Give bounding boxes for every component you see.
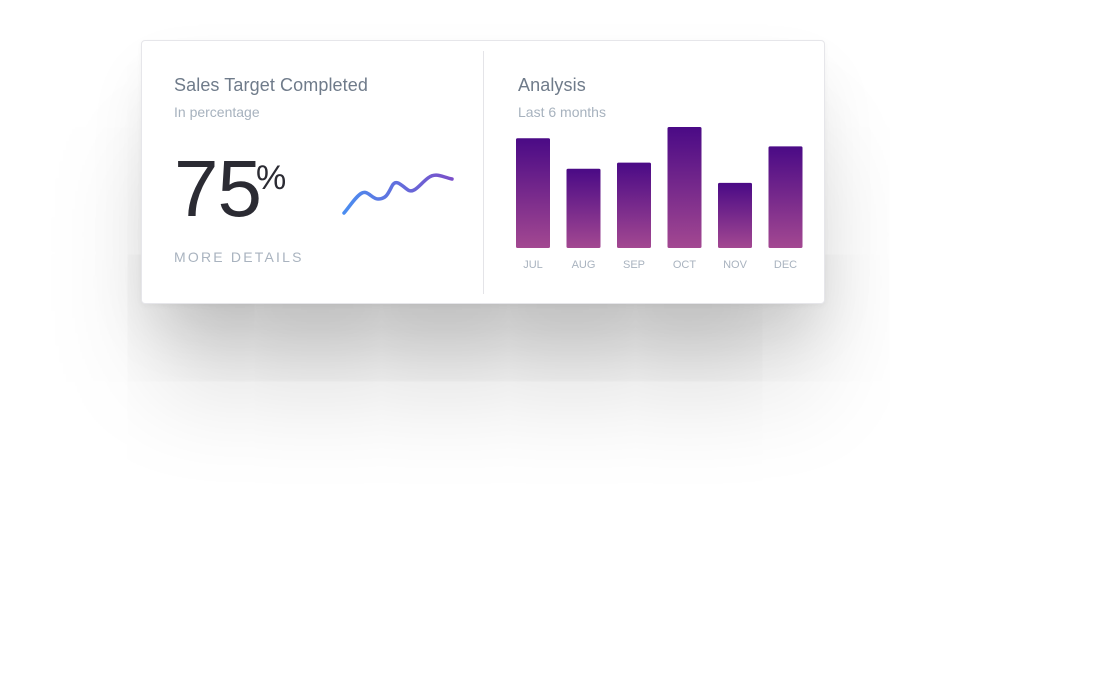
more-details-link[interactable]: MORE DETAILS [174, 249, 304, 265]
month-label-nov: NOV [723, 259, 748, 271]
bar-dec [768, 146, 803, 248]
analysis-bar-chart: JUL AUG SEP OCT NOV DEC [516, 127, 803, 271]
month-label-jul: JUL [523, 259, 543, 271]
sparkline-path [342, 173, 454, 215]
month-label-dec: DEC [774, 259, 797, 271]
analysis-subtitle: Last 6 months [518, 104, 606, 120]
sales-title: Sales Target Completed [174, 75, 368, 95]
sales-subtitle: In percentage [174, 104, 260, 120]
bar-jul [516, 138, 550, 248]
month-label-aug: AUG [572, 259, 596, 271]
stage: Sales Target Completed In percentage 75%… [0, 0, 1107, 686]
percent-sign: % [256, 159, 286, 197]
analysis-title: Analysis [518, 75, 586, 95]
bar-oct [667, 127, 702, 248]
sales-sparkline [342, 173, 454, 215]
month-label-oct: OCT [673, 259, 697, 271]
bar-aug [566, 168, 601, 248]
panel-divider [483, 51, 484, 294]
sales-percentage: 75% [174, 149, 286, 229]
sales-value: 75 [174, 144, 262, 233]
bar-sep [617, 162, 651, 248]
month-label-sep: SEP [623, 259, 645, 271]
stats-card: Sales Target Completed In percentage 75%… [141, 40, 825, 304]
bar-nov [718, 182, 752, 248]
